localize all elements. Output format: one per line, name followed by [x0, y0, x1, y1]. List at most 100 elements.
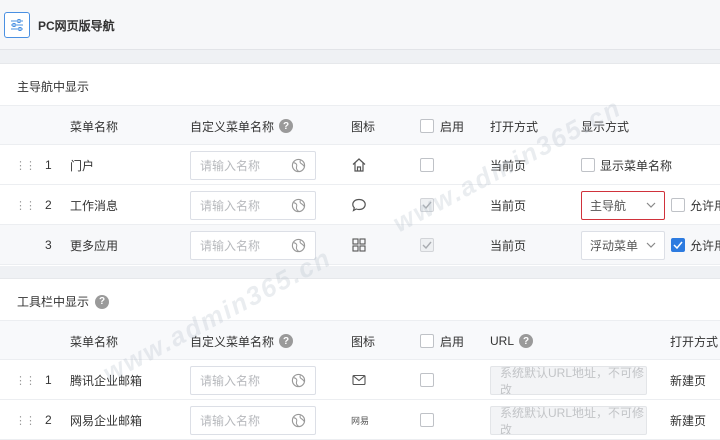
allow-option[interactable]: 允许用 — [671, 185, 720, 225]
menu-toggle-button[interactable] — [4, 12, 30, 38]
custom-name-input[interactable]: 请输入名称 — [190, 151, 316, 180]
col-icon: 图标 — [351, 119, 376, 134]
table-row: ⋮⋮ 1 腾讯企业邮箱 请输入名称 系统默认URL地址，不可修改 新建页 — [0, 360, 720, 400]
drag-handle-icon[interactable]: ⋮⋮ — [15, 145, 36, 185]
section-title: 工具栏中显示 — [17, 295, 90, 309]
col-enable: 启用 — [420, 321, 464, 361]
help-icon[interactable]: ? — [279, 119, 294, 133]
show-menu-name-checkbox[interactable] — [581, 158, 595, 172]
col-enable: 启用 — [420, 106, 464, 146]
display-mode-value: 主导航 — [590, 199, 627, 213]
help-icon[interactable]: ? — [279, 334, 294, 348]
drag-handle-icon[interactable]: ⋮⋮ — [15, 360, 36, 400]
url-input-disabled: 系统默认URL地址，不可修改 — [490, 406, 647, 435]
col-enable-label: 启用 — [440, 119, 465, 134]
netease-logo-icon: 网易 — [351, 415, 370, 426]
col-custom-name-label: 自定义菜单名称 — [190, 334, 275, 349]
enable-checkbox-disabled — [420, 198, 434, 212]
row-name: 腾讯企业邮箱 — [70, 373, 143, 388]
enable-all-checkbox[interactable] — [420, 334, 434, 348]
main-nav-card: 主导航中显示 菜单名称 自定义菜单名称 ? 图标 启用 打开方式 显示方式 ⋮⋮… — [0, 63, 720, 266]
col-icon: 图标 — [351, 334, 376, 349]
section-title-wrap: 工具栏中显示 ? — [17, 293, 110, 310]
row-name: 工作消息 — [70, 198, 119, 213]
col-custom-name: 自定义菜单名称 ? — [190, 106, 294, 146]
display-mode-select[interactable]: 浮动菜单 — [581, 231, 665, 260]
enable-checkbox[interactable] — [420, 158, 434, 172]
globe-icon[interactable] — [291, 198, 306, 213]
url-placeholder: 系统默认URL地址，不可修改 — [500, 366, 645, 395]
col-enable-label: 启用 — [440, 334, 465, 349]
allow-label: 允许用 — [690, 238, 720, 253]
globe-icon[interactable] — [291, 413, 306, 428]
home-icon — [351, 145, 367, 185]
row-index: 2 — [45, 413, 52, 427]
row-index: 3 — [45, 238, 52, 252]
table-row: 3 更多应用 请输入名称 当前页 浮动菜单 允许用 — [0, 225, 720, 265]
table-header: 菜单名称 自定义菜单名称 ? 图标 启用 打开方式 显示方式 — [0, 105, 720, 145]
col-url: URL ? — [490, 321, 534, 361]
section-title: 主导航中显示 — [17, 80, 90, 94]
custom-name-input[interactable]: 请输入名称 — [190, 231, 316, 260]
chat-bubble-icon — [351, 185, 367, 225]
sliders-icon — [11, 19, 23, 31]
col-menu-name: 菜单名称 — [70, 334, 119, 349]
custom-name-placeholder: 请输入名称 — [200, 159, 261, 173]
globe-icon[interactable] — [291, 158, 306, 173]
table-row: ⋮⋮ 2 工作消息 请输入名称 当前页 主导航 允许用 — [0, 185, 720, 225]
grid-icon — [351, 225, 367, 265]
globe-icon[interactable] — [291, 373, 306, 388]
open-mode-value: 新建页 — [670, 413, 707, 428]
open-mode-value: 当前页 — [490, 158, 527, 173]
col-open-mode: 打开方式 — [490, 119, 539, 134]
custom-name-placeholder: 请输入名称 — [200, 374, 261, 388]
drag-handle-icon[interactable]: ⋮⋮ — [15, 185, 36, 225]
enable-checkbox[interactable] — [420, 373, 434, 387]
top-bar: PC网页版导航 — [0, 0, 720, 50]
mail-icon — [351, 360, 367, 400]
col-display-mode: 显示方式 — [581, 119, 630, 134]
col-custom-name: 自定义菜单名称 ? — [190, 321, 294, 361]
url-placeholder: 系统默认URL地址，不可修改 — [500, 406, 645, 435]
row-name: 网易企业邮箱 — [70, 413, 143, 428]
open-mode-value: 当前页 — [490, 238, 527, 253]
row-index: 1 — [45, 158, 52, 172]
show-menu-name-label: 显示菜单名称 — [600, 158, 673, 173]
open-mode-value: 当前页 — [490, 198, 527, 213]
display-mode-value: 浮动菜单 — [590, 239, 639, 253]
display-mode-select[interactable]: 主导航 — [581, 191, 665, 220]
row-index: 2 — [45, 198, 52, 212]
custom-name-input[interactable]: 请输入名称 — [190, 366, 316, 395]
col-open-mode: 打开方式 — [670, 334, 719, 349]
row-name: 更多应用 — [70, 238, 119, 253]
custom-name-placeholder: 请输入名称 — [200, 414, 261, 428]
enable-checkbox-disabled — [420, 238, 434, 252]
row-index: 1 — [45, 373, 52, 387]
enable-all-checkbox[interactable] — [420, 119, 434, 133]
show-menu-name-option[interactable]: 显示菜单名称 — [581, 145, 672, 185]
custom-name-input[interactable]: 请输入名称 — [190, 191, 316, 220]
allow-checkbox[interactable] — [671, 198, 685, 212]
drag-handle-icon[interactable]: ⋮⋮ — [15, 400, 36, 440]
url-input-disabled: 系统默认URL地址，不可修改 — [490, 366, 647, 395]
globe-icon[interactable] — [291, 238, 306, 253]
allow-option[interactable]: 允许用 — [671, 225, 720, 265]
chevron-down-icon — [646, 202, 656, 208]
enable-checkbox[interactable] — [420, 413, 434, 427]
row-name: 门户 — [70, 158, 95, 173]
help-icon[interactable]: ? — [95, 294, 110, 309]
chevron-down-icon — [646, 242, 656, 248]
table-row: ⋮⋮ 2 网易企业邮箱 请输入名称 网易 系统默认URL地址，不可修改 新建页 — [0, 400, 720, 440]
col-custom-name-label: 自定义菜单名称 — [190, 119, 275, 134]
custom-name-placeholder: 请输入名称 — [200, 199, 261, 213]
toolbar-nav-card: 工具栏中显示 ? 菜单名称 自定义菜单名称 ? 图标 启用 URL ? 打开方式… — [0, 278, 720, 440]
custom-name-input[interactable]: 请输入名称 — [190, 406, 316, 435]
table-header: 菜单名称 自定义菜单名称 ? 图标 启用 URL ? 打开方式 — [0, 320, 720, 360]
help-icon[interactable]: ? — [519, 334, 534, 348]
col-menu-name: 菜单名称 — [70, 119, 119, 134]
allow-checkbox-checked[interactable] — [671, 238, 685, 252]
table-row: ⋮⋮ 1 门户 请输入名称 当前页 显示菜单名称 — [0, 145, 720, 185]
page-title: PC网页版导航 — [38, 19, 115, 33]
open-mode-value: 新建页 — [670, 373, 707, 388]
custom-name-placeholder: 请输入名称 — [200, 239, 261, 253]
